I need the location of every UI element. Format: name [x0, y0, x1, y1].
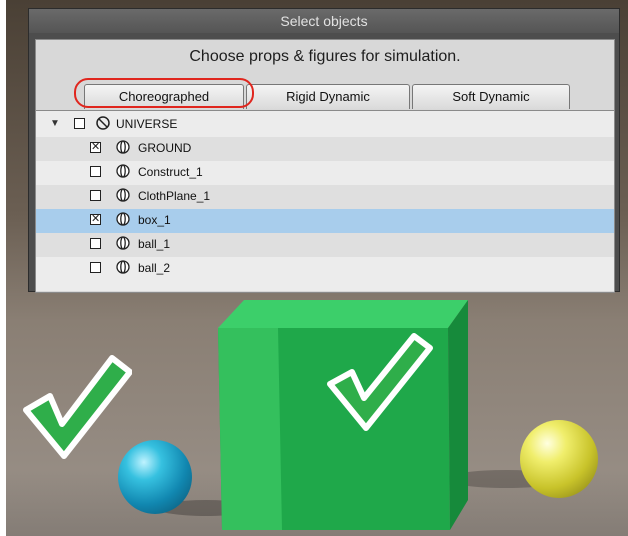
object-icon — [116, 236, 130, 250]
render-scene: Select objects Choose props & figures fo… — [6, 0, 628, 536]
tree-label: GROUND — [138, 141, 192, 155]
tree-label: UNIVERSE — [116, 117, 178, 131]
green-check-icon — [327, 333, 433, 431]
clothplane-1-checkbox[interactable] — [90, 190, 101, 201]
tab-highlight-ring — [74, 78, 254, 108]
universe-icon — [96, 116, 110, 130]
construct-1-checkbox[interactable] — [90, 166, 101, 177]
object-icon — [116, 212, 130, 226]
ball-1-checkbox[interactable] — [90, 238, 101, 249]
ground-checkbox[interactable]: ✕ — [90, 142, 101, 153]
object-tree[interactable]: ▼ UNIVERSE ✕ GROUND Construct_1 ClothPla… — [36, 110, 614, 291]
ball-2-checkbox[interactable] — [90, 262, 101, 273]
tree-label: box_1 — [138, 213, 171, 227]
dialog-title: Select objects — [29, 9, 619, 33]
tree-row-ball-1[interactable]: ball_1 — [36, 233, 614, 257]
tree-row-universe[interactable]: ▼ UNIVERSE — [36, 113, 614, 137]
dialog-panel: Choose props & figures for simulation. C… — [35, 39, 615, 293]
tree-label: ball_1 — [138, 237, 171, 251]
green-check-icon — [23, 355, 132, 459]
tab-soft-dynamic[interactable]: Soft Dynamic — [412, 84, 570, 109]
tree-row-ball-2[interactable]: ball_2 — [36, 257, 614, 281]
box-1-checkbox[interactable]: ✕ — [90, 214, 101, 225]
tree-row-ground[interactable]: ✕ GROUND — [36, 137, 614, 161]
select-objects-dialog: Select objects Choose props & figures fo… — [28, 8, 620, 293]
tree-row-construct-1[interactable]: Construct_1 — [36, 161, 614, 185]
object-icon — [116, 140, 130, 154]
tree-label: ball_2 — [138, 261, 171, 275]
object-icon — [116, 164, 130, 178]
tree-row-box-1[interactable]: ✕ box_1 — [36, 209, 614, 233]
tree-label: ClothPlane_1 — [138, 189, 211, 203]
tab-rigid-dynamic[interactable]: Rigid Dynamic — [246, 84, 410, 109]
dialog-subtitle: Choose props & figures for simulation. — [189, 48, 461, 65]
yellow-ball — [520, 420, 598, 498]
tree-row-clothplane-1[interactable]: ClothPlane_1 — [36, 185, 614, 209]
object-icon — [116, 188, 130, 202]
universe-checkbox[interactable] — [74, 118, 85, 129]
tree-label: Construct_1 — [138, 165, 203, 179]
object-icon — [116, 260, 130, 274]
expand-triangle-icon[interactable]: ▼ — [50, 118, 60, 129]
